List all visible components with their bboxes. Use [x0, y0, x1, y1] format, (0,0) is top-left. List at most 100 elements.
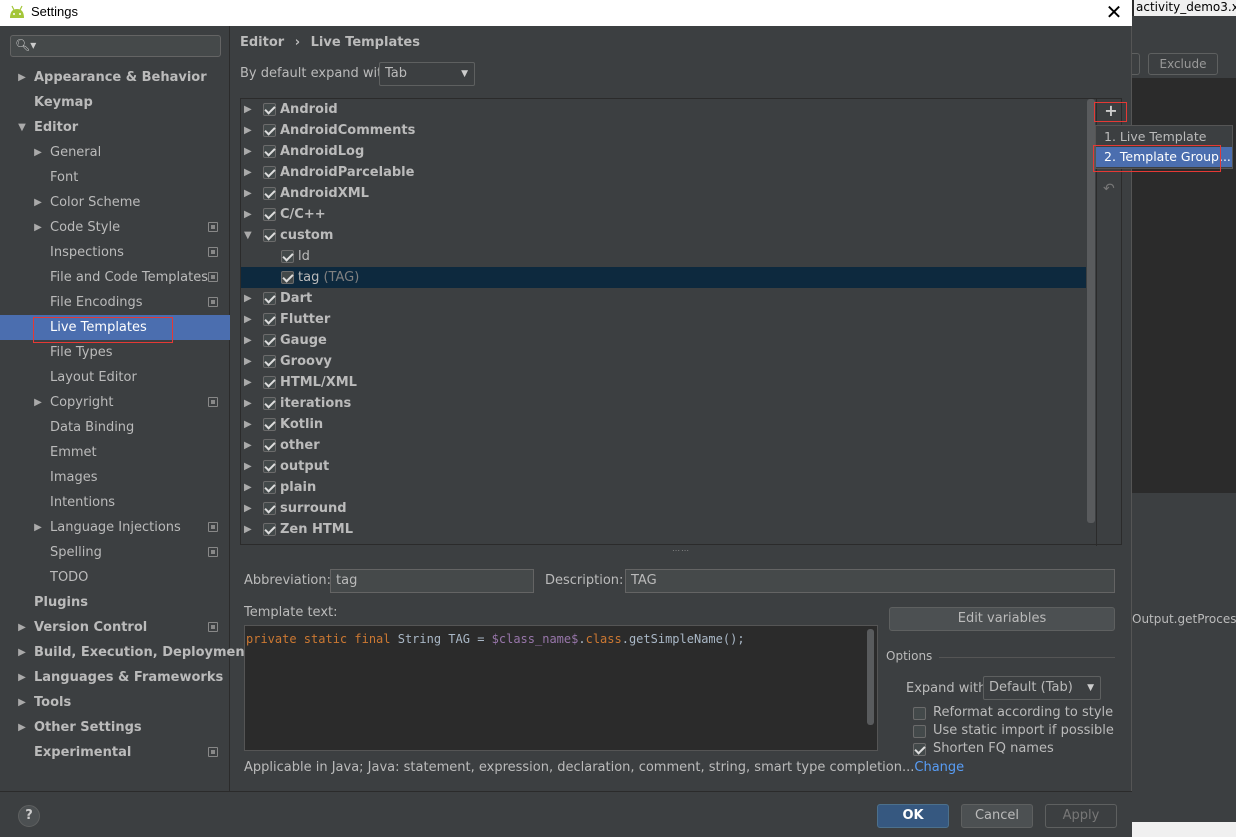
template-group-row[interactable]: ▶ HTML/XML [241, 372, 1086, 393]
chevron-right-icon[interactable]: ▶ [244, 204, 252, 225]
template-enabled-checkbox[interactable] [263, 355, 276, 368]
static-import-checkbox[interactable] [913, 725, 926, 738]
template-group-row[interactable]: ▶ surround [241, 498, 1086, 519]
chevron-right-icon[interactable]: ▶ [244, 99, 252, 120]
template-row[interactable]: ld [241, 246, 1086, 267]
chevron-right-icon[interactable]: ▶ [17, 615, 27, 640]
sidebar-item-color-scheme[interactable]: ▶ Color Scheme [0, 190, 230, 215]
chevron-right-icon[interactable]: ▶ [244, 288, 252, 309]
template-group-row[interactable]: ▶ AndroidParcelable [241, 162, 1086, 183]
template-group-row[interactable]: ▶ Flutter [241, 309, 1086, 330]
splitter-handle[interactable]: ⋯⋯ [672, 546, 690, 555]
search-input[interactable]: 🔍︎▾ [10, 35, 221, 57]
template-group-row[interactable]: ▶ Dart [241, 288, 1086, 309]
template-group-row[interactable]: ▼ custom [241, 225, 1086, 246]
template-enabled-checkbox[interactable] [263, 460, 276, 473]
help-icon[interactable]: ? [18, 805, 40, 827]
sidebar-item-spelling[interactable]: Spelling [0, 540, 230, 565]
template-enabled-checkbox[interactable] [263, 124, 276, 137]
description-field[interactable]: TAG [625, 569, 1115, 593]
sidebar-item-keymap[interactable]: Keymap [0, 90, 230, 115]
chevron-right-icon[interactable]: ▶ [33, 390, 43, 415]
expand-with-select[interactable]: Default (Tab) ▼ [983, 676, 1101, 700]
sidebar-item-inspections[interactable]: Inspections [0, 240, 230, 265]
sidebar-item-emmet[interactable]: Emmet [0, 440, 230, 465]
sidebar-item-images[interactable]: Images [0, 465, 230, 490]
chevron-right-icon[interactable]: ▶ [244, 309, 252, 330]
chevron-right-icon[interactable]: ▶ [17, 665, 27, 690]
template-enabled-checkbox[interactable] [263, 418, 276, 431]
close-icon[interactable]: ✕ [1102, 0, 1126, 24]
template-enabled-checkbox[interactable] [263, 187, 276, 200]
expand-default-select[interactable]: Tab ▼ [379, 62, 475, 86]
sidebar-item-language-injections[interactable]: ▶ Language Injections [0, 515, 230, 540]
chevron-right-icon[interactable]: ▶ [17, 690, 27, 715]
menu-item-live-template[interactable]: 1. Live Template [1096, 127, 1232, 147]
chevron-right-icon[interactable]: ▶ [244, 414, 252, 435]
chevron-right-icon[interactable]: ▶ [244, 498, 252, 519]
template-group-row[interactable]: ▶ Zen HTML [241, 519, 1086, 540]
sidebar-item-copyright[interactable]: ▶ Copyright [0, 390, 230, 415]
sidebar-item-plugins[interactable]: Plugins [0, 590, 230, 615]
template-group-row[interactable]: ▶ output [241, 456, 1086, 477]
sidebar-item-file-and-code-templates[interactable]: File and Code Templates [0, 265, 230, 290]
template-enabled-checkbox[interactable] [263, 166, 276, 179]
template-enabled-checkbox[interactable] [263, 397, 276, 410]
template-group-row[interactable]: ▶ AndroidLog [241, 141, 1086, 162]
sidebar-item-editor[interactable]: ▼ Editor [0, 115, 230, 140]
editor-tab-title[interactable]: activity_demo3.xml [1134, 0, 1236, 16]
sidebar-item-tools[interactable]: ▶ Tools [0, 690, 230, 715]
chevron-right-icon[interactable]: ▶ [244, 435, 252, 456]
menu-item-template-group[interactable]: 2. Template Group... [1096, 147, 1232, 167]
shorten-fq-checkbox[interactable] [913, 743, 926, 756]
chevron-right-icon[interactable]: ▶ [33, 140, 43, 165]
template-enabled-checkbox[interactable] [263, 208, 276, 221]
exclude-button[interactable]: Exclude [1148, 53, 1218, 75]
cancel-button[interactable]: Cancel [961, 804, 1033, 828]
restore-icon[interactable]: ↶ [1103, 181, 1115, 197]
template-enabled-checkbox[interactable] [263, 313, 276, 326]
template-enabled-checkbox[interactable] [281, 271, 294, 284]
chevron-right-icon[interactable]: ▶ [244, 162, 252, 183]
template-group-row[interactable]: ▶ Groovy [241, 351, 1086, 372]
ok-button[interactable]: OK [877, 804, 949, 828]
template-group-row[interactable]: ▶ AndroidComments [241, 120, 1086, 141]
chevron-right-icon[interactable]: ▶ [244, 120, 252, 141]
template-enabled-checkbox[interactable] [263, 376, 276, 389]
sidebar-item-languages-frameworks[interactable]: ▶ Languages & Frameworks [0, 665, 230, 690]
sidebar-item-layout-editor[interactable]: Layout Editor [0, 365, 230, 390]
sidebar-item-data-binding[interactable]: Data Binding [0, 415, 230, 440]
template-enabled-checkbox[interactable] [281, 250, 294, 263]
chevron-right-icon[interactable]: ▶ [244, 477, 252, 498]
chevron-down-icon[interactable]: ▼ [17, 115, 27, 140]
chevron-right-icon[interactable]: ▶ [244, 393, 252, 414]
sidebar-item-code-style[interactable]: ▶ Code Style [0, 215, 230, 240]
chevron-right-icon[interactable]: ▶ [244, 351, 252, 372]
template-group-row[interactable]: ▶ Gauge [241, 330, 1086, 351]
template-group-row[interactable]: ▶ other [241, 435, 1086, 456]
chevron-right-icon[interactable]: ▶ [17, 715, 27, 740]
template-enabled-checkbox[interactable] [263, 502, 276, 515]
sidebar-item-general[interactable]: ▶ General [0, 140, 230, 165]
template-enabled-checkbox[interactable] [263, 145, 276, 158]
chevron-right-icon[interactable]: ▶ [17, 640, 27, 665]
reformat-checkbox[interactable] [913, 707, 926, 720]
sidebar-item-live-templates[interactable]: Live Templates [0, 315, 230, 340]
chevron-right-icon[interactable]: ▶ [17, 65, 27, 90]
sidebar-item-other-settings[interactable]: ▶ Other Settings [0, 715, 230, 740]
sidebar-item-version-control[interactable]: ▶ Version Control [0, 615, 230, 640]
chevron-right-icon[interactable]: ▶ [244, 372, 252, 393]
sidebar-item-intentions[interactable]: Intentions [0, 490, 230, 515]
chevron-right-icon[interactable]: ▶ [244, 330, 252, 351]
sidebar-item-file-encodings[interactable]: File Encodings [0, 290, 230, 315]
chevron-right-icon[interactable]: ▶ [244, 141, 252, 162]
template-group-row[interactable]: ▶ AndroidXML [241, 183, 1086, 204]
template-enabled-checkbox[interactable] [263, 334, 276, 347]
template-enabled-checkbox[interactable] [263, 229, 276, 242]
sidebar-item-build-execution-deployment[interactable]: ▶ Build, Execution, Deployment [0, 640, 251, 665]
template-enabled-checkbox[interactable] [263, 103, 276, 116]
template-text-scrollbar[interactable] [867, 629, 874, 725]
template-group-row[interactable]: ▶ Android [241, 99, 1086, 120]
chevron-right-icon[interactable]: ▶ [33, 215, 43, 240]
chevron-right-icon[interactable]: ▶ [244, 183, 252, 204]
